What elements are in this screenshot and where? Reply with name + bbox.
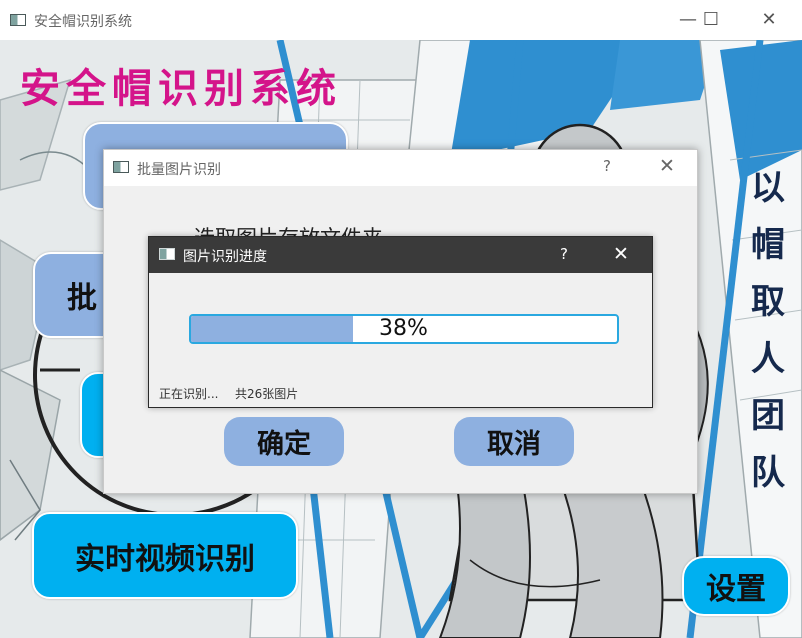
dialog-title: 批量图片识别	[137, 162, 221, 178]
settings-button[interactable]: 设置	[682, 556, 790, 616]
progress-titlebar: 图片识别进度 ? ✕	[149, 237, 652, 273]
batch-button-label: 批	[67, 281, 97, 316]
dialog-titlebar: 批量图片识别 ? ✕	[104, 150, 697, 186]
app-window-icon	[113, 161, 129, 173]
slogan-vertical: 以 帽 取 人 团 队	[748, 160, 788, 502]
page-title: 安全帽识别系统	[20, 66, 342, 112]
maximize-button[interactable]: ☐	[688, 6, 734, 34]
close-window-button[interactable]: ✕	[746, 6, 792, 34]
app-window-icon	[159, 248, 175, 260]
slogan-char: 取	[751, 282, 785, 322]
close-progress-button[interactable]: ✕	[613, 243, 629, 265]
progress-bar: 38%	[189, 314, 619, 344]
progress-percent: 38%	[379, 316, 428, 341]
progress-dialog-title: 图片识别进度	[183, 249, 267, 265]
window-titlebar: 安全帽识别系统 — ☐ ✕	[0, 0, 802, 40]
status-text: 正在识别...	[159, 387, 219, 401]
realtime-video-label: 实时视频识别	[75, 541, 255, 577]
confirm-button[interactable]: 确定	[224, 417, 344, 466]
help-button[interactable]: ?	[603, 157, 611, 175]
app-window-icon	[10, 14, 26, 26]
cancel-button[interactable]: 取消	[454, 417, 574, 466]
slogan-char: 以	[751, 168, 785, 208]
window-title: 安全帽识别系统	[34, 14, 132, 30]
realtime-video-button[interactable]: 实时视频识别	[32, 512, 298, 599]
progress-dialog: 图片识别进度 ? ✕ 38% 正在识别... 共26张图片	[148, 236, 653, 408]
slogan-char: 团	[751, 396, 785, 436]
help-button[interactable]: ?	[560, 245, 568, 263]
slogan-char: 帽	[751, 225, 785, 265]
slogan-char: 人	[751, 339, 785, 379]
settings-label: 设置	[706, 572, 766, 607]
total-count: 共26张图片	[235, 387, 299, 401]
progress-fill	[191, 316, 353, 342]
close-dialog-button[interactable]: ✕	[659, 155, 675, 177]
slogan-char: 队	[751, 453, 785, 493]
